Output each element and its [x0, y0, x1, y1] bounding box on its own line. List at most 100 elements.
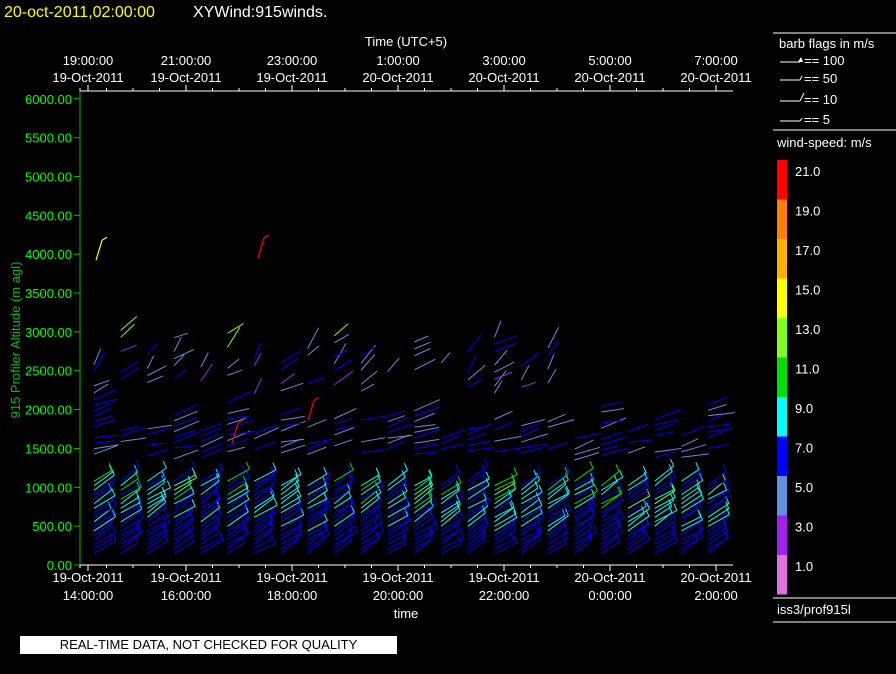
- wind-barb: [494, 421, 513, 431]
- wind-barb: [654, 431, 674, 437]
- top-tick-time: 21:00:00: [161, 53, 212, 68]
- wind-barb: [414, 348, 431, 357]
- wind-barb-flag: [538, 485, 543, 493]
- wind-barb-flag: [191, 499, 196, 507]
- speed-swatch: [777, 555, 787, 595]
- wind-barb: [440, 443, 465, 450]
- top-tick-time: 3:00:00: [482, 53, 525, 68]
- bottom-tick-time: 16:00:00: [161, 588, 212, 603]
- wind-barb: [120, 316, 138, 331]
- wind-barb: [93, 505, 117, 518]
- speed-swatch: [777, 436, 787, 476]
- wind-barb: [601, 420, 624, 424]
- wind-barb: [334, 502, 354, 514]
- wind-barb-flag: [112, 525, 117, 533]
- wind-barb: [253, 497, 274, 514]
- wind-barb: [414, 424, 436, 428]
- y-tick-label: 2500.00: [25, 364, 72, 379]
- top-tick-time: 1:00:00: [376, 53, 419, 68]
- wind-barb: [200, 352, 209, 368]
- wind-barb: [334, 359, 352, 372]
- wind-barb: [360, 437, 386, 443]
- wind-barb: [307, 520, 328, 532]
- speed-swatch-label: 17.0: [795, 243, 820, 258]
- wind-barb: [521, 381, 537, 388]
- wind-barb: [681, 444, 707, 453]
- wind-barb-flag: [457, 475, 462, 483]
- wind-barb-flag: [619, 469, 624, 478]
- wind-barb: [200, 443, 223, 453]
- speed-swatch-label: 5.0: [795, 480, 813, 495]
- wind-barb: [360, 370, 378, 385]
- wind-barb: [387, 416, 410, 428]
- wind-barb: [547, 368, 557, 384]
- wind-barb-flag: [562, 501, 567, 509]
- speed-swatch: [777, 199, 787, 239]
- wind-barb: [574, 439, 594, 450]
- wind-barb: [681, 516, 702, 527]
- wind-barb: [627, 512, 645, 527]
- wind-barb: [440, 517, 463, 532]
- top-tick-date: 19-Oct-2011: [150, 70, 221, 85]
- wind-barb-flag: [191, 468, 196, 476]
- wind-barb-flag: [271, 536, 276, 544]
- wind-barb: [601, 431, 622, 440]
- wind-barb-flag: [593, 524, 597, 532]
- top-tick-time: 19:00:00: [63, 53, 114, 68]
- wind-barb-flag: [272, 462, 277, 470]
- wind-barb: [574, 432, 603, 439]
- wind-barb: [601, 408, 625, 413]
- wind-barb-flag: [617, 504, 622, 512]
- wind-barb-flag: [722, 463, 727, 472]
- wind-barb-flag: [379, 478, 384, 487]
- wind-barb: [280, 358, 298, 371]
- wind-barb: [494, 380, 503, 394]
- wind-barb: [120, 426, 139, 432]
- wind-barb-flag: [615, 464, 620, 472]
- y-tick-label: 2000.00: [25, 403, 72, 418]
- wind-barb-flag: [455, 464, 460, 472]
- wind-barb: [334, 439, 353, 447]
- wind-barb: [547, 326, 560, 349]
- barb-legend-title: barb flags in m/s: [779, 36, 875, 51]
- wind-barb: [334, 408, 357, 420]
- wind-barb: [280, 373, 295, 385]
- wind-barb: [494, 538, 514, 550]
- speed-legend-title: wind-speed: m/s: [776, 135, 872, 150]
- wind-barb: [574, 484, 595, 496]
- wind-barb: [227, 323, 244, 334]
- wind-barb: [494, 361, 515, 373]
- wind-barb-flag: [165, 514, 170, 522]
- wind-barb: [200, 489, 218, 505]
- wind-barb-flag: [297, 517, 302, 525]
- wind-barb: [547, 484, 567, 500]
- wind-barb-flag: [112, 533, 117, 541]
- bottom-tick-date: 19-Oct-2011: [52, 570, 123, 585]
- wind-barb: [467, 378, 484, 388]
- wind-barb: [227, 472, 246, 487]
- wind-barb-flag: [323, 513, 328, 521]
- wind-barb: [414, 438, 440, 444]
- speed-swatch-label: 19.0: [795, 204, 820, 219]
- y-axis-label: 915 Profiler Altitude (m agl): [8, 262, 23, 419]
- barb-legend-label: == 50: [804, 71, 837, 86]
- wind-barb: [93, 484, 114, 500]
- wind-barb: [147, 449, 168, 457]
- bottom-tick-date: 19-Oct-2011: [362, 570, 433, 585]
- wind-barb: [520, 352, 540, 367]
- speed-swatch: [777, 476, 787, 516]
- bottom-tick-time: 20:00:00: [373, 588, 424, 603]
- wind-barb: [467, 433, 487, 441]
- speed-swatch-label: 3.0: [795, 520, 813, 535]
- top-tick-time: 7:00:00: [694, 53, 737, 68]
- wind-barb: [467, 333, 483, 353]
- wind-barb-flag: [166, 480, 171, 488]
- wind-barb: [520, 487, 539, 500]
- wind-barb: [307, 528, 328, 541]
- wind-barb: [120, 496, 139, 509]
- wind-barb: [173, 449, 199, 460]
- wind-barb-flag: [537, 466, 542, 474]
- wind-barb: [334, 370, 354, 386]
- speed-swatch-label: 15.0: [795, 283, 820, 298]
- wind-barb-flag: [326, 470, 331, 478]
